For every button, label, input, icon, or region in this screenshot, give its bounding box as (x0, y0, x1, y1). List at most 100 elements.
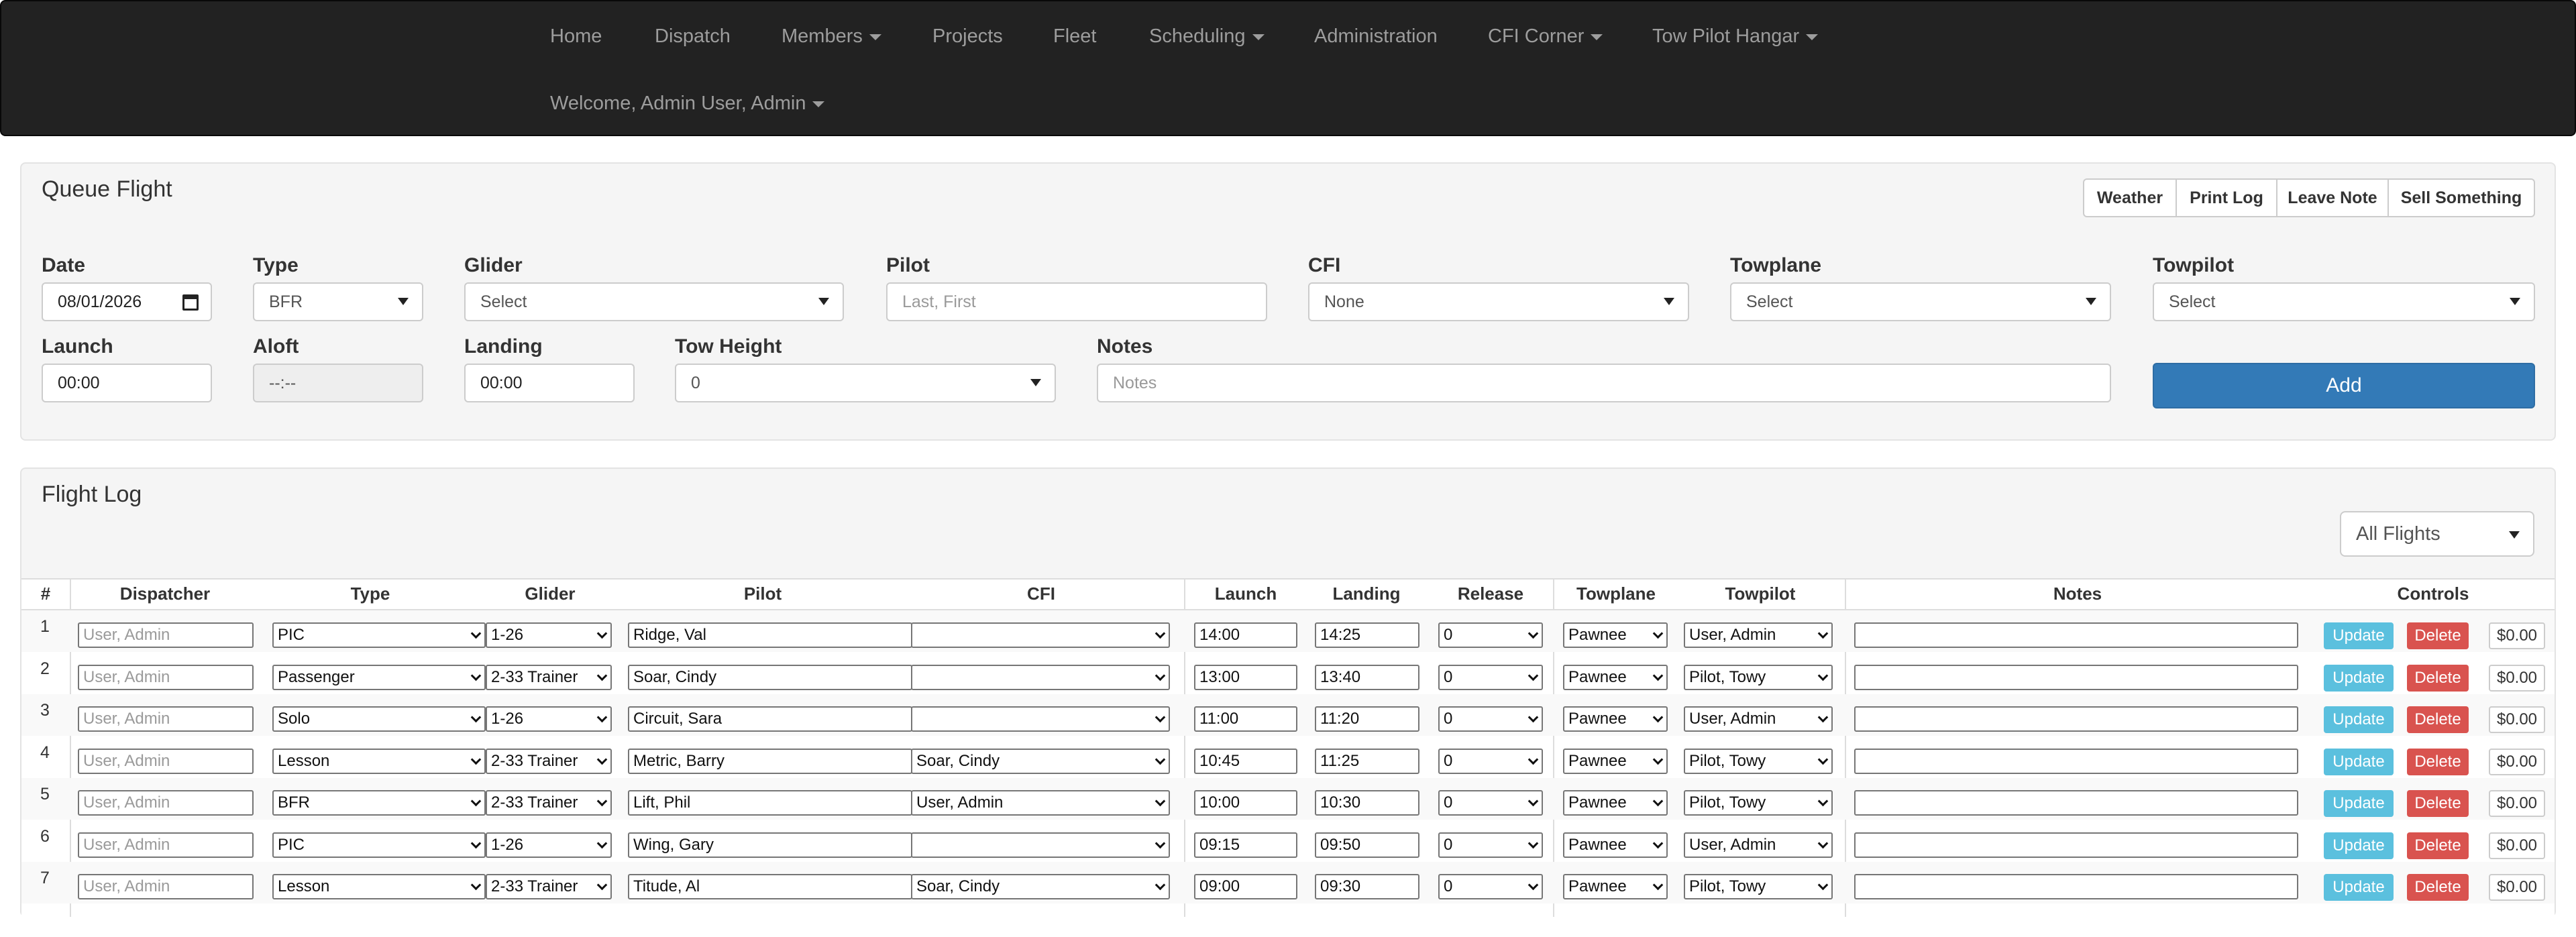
notes-input[interactable] (1854, 622, 2298, 648)
release-select[interactable]: 0 (1438, 748, 1543, 774)
delete-button[interactable]: Delete (2407, 790, 2469, 817)
price-button[interactable]: $0.00 (2489, 622, 2545, 649)
delete-button[interactable]: Delete (2407, 622, 2469, 649)
towpilot-select[interactable]: Select (2153, 282, 2535, 321)
glider-select[interactable]: 1-26 (486, 622, 612, 648)
landing-time-input[interactable]: 00:00 (464, 364, 635, 402)
pilot-input[interactable]: Soar, Cindy (628, 664, 912, 690)
glider-select[interactable]: Select (464, 282, 844, 321)
dispatcher-input[interactable]: User, Admin (78, 790, 254, 816)
leave-note-button[interactable]: Leave Note (2276, 178, 2389, 217)
glider-select[interactable]: 2-33 Trainer (486, 874, 612, 899)
towplane-select[interactable]: Pawnee (1563, 790, 1668, 816)
dispatcher-input[interactable]: User, Admin (78, 706, 254, 732)
pilot-input[interactable]: Titude, Al (628, 874, 912, 899)
update-button[interactable]: Update (2324, 790, 2394, 817)
nav-cfi-corner[interactable]: CFI Corner (1488, 1, 1603, 68)
dispatcher-input[interactable]: User, Admin (78, 622, 254, 648)
cfi-select[interactable] (911, 664, 1170, 690)
dispatcher-input[interactable]: User, Admin (78, 832, 254, 858)
launch-input[interactable]: 11:00 (1194, 706, 1297, 732)
glider-select[interactable]: 1-26 (486, 832, 612, 858)
towpilot-select[interactable]: Pilot, Towy (1684, 664, 1833, 690)
notes-input[interactable] (1854, 874, 2298, 899)
towplane-select[interactable]: Pawnee (1563, 664, 1668, 690)
launch-input[interactable]: 14:00 (1194, 622, 1297, 648)
towpilot-select[interactable]: User, Admin (1684, 706, 1833, 732)
dispatcher-input[interactable]: User, Admin (78, 874, 254, 899)
release-select[interactable]: 0 (1438, 874, 1543, 899)
update-button[interactable]: Update (2324, 622, 2394, 649)
landing-input[interactable]: 09:30 (1315, 874, 1419, 899)
nav-home[interactable]: Home (550, 1, 602, 68)
landing-input[interactable]: 13:40 (1315, 664, 1419, 690)
notes-input[interactable] (1854, 706, 2298, 732)
flight-filter-select[interactable]: All Flights (2340, 511, 2534, 557)
price-button[interactable]: $0.00 (2489, 706, 2545, 733)
pilot-input[interactable]: Circuit, Sara (628, 706, 912, 732)
launch-input[interactable]: 09:00 (1194, 874, 1297, 899)
tow-height-select[interactable]: 0 (675, 364, 1056, 402)
type-select[interactable]: Lesson (272, 874, 486, 899)
update-button[interactable]: Update (2324, 706, 2394, 733)
launch-time-input[interactable]: 00:00 (42, 364, 212, 402)
delete-button[interactable]: Delete (2407, 664, 2469, 692)
price-button[interactable]: $0.00 (2489, 664, 2545, 692)
release-select[interactable]: 0 (1438, 832, 1543, 858)
glider-select[interactable]: 2-33 Trainer (486, 790, 612, 816)
towpilot-select[interactable]: Pilot, Towy (1684, 748, 1833, 774)
pilot-input[interactable]: Lift, Phil (628, 790, 912, 816)
update-button[interactable]: Update (2324, 664, 2394, 692)
delete-button[interactable]: Delete (2407, 748, 2469, 775)
release-select[interactable]: 0 (1438, 664, 1543, 690)
notes-input[interactable] (1854, 790, 2298, 816)
update-button[interactable]: Update (2324, 874, 2394, 901)
price-button[interactable]: $0.00 (2489, 874, 2545, 901)
notes-input[interactable] (1854, 664, 2298, 690)
nav-dispatch[interactable]: Dispatch (655, 1, 731, 68)
towplane-select[interactable]: Pawnee (1563, 748, 1668, 774)
add-flight-button[interactable]: Add (2153, 363, 2535, 408)
pilot-input[interactable]: Wing, Gary (628, 832, 912, 858)
cfi-select[interactable] (911, 832, 1170, 858)
price-button[interactable]: $0.00 (2489, 790, 2545, 817)
launch-input[interactable]: 09:15 (1194, 832, 1297, 858)
nav-tow-pilot-hangar[interactable]: Tow Pilot Hangar (1652, 1, 1819, 68)
date-input[interactable]: 08/01/2026 (42, 282, 212, 321)
dispatcher-input[interactable]: User, Admin (78, 664, 254, 690)
nav-administration[interactable]: Administration (1314, 1, 1438, 68)
glider-select[interactable]: 1-26 (486, 706, 612, 732)
towplane-select[interactable]: Pawnee (1563, 832, 1668, 858)
cfi-select[interactable] (911, 622, 1170, 648)
type-select[interactable]: BFR (253, 282, 423, 321)
notes-input[interactable]: Notes (1097, 364, 2111, 402)
pilot-input[interactable]: Metric, Barry (628, 748, 912, 774)
nav-projects[interactable]: Projects (932, 1, 1003, 68)
notes-input[interactable] (1854, 748, 2298, 774)
launch-input[interactable]: 13:00 (1194, 664, 1297, 690)
cfi-select[interactable]: Soar, Cindy (911, 748, 1170, 774)
price-button[interactable]: $0.00 (2489, 748, 2545, 775)
delete-button[interactable]: Delete (2407, 832, 2469, 859)
landing-input[interactable]: 09:50 (1315, 832, 1419, 858)
glider-select[interactable]: 2-33 Trainer (486, 664, 612, 690)
launch-input[interactable]: 10:00 (1194, 790, 1297, 816)
release-select[interactable]: 0 (1438, 790, 1543, 816)
delete-button[interactable]: Delete (2407, 706, 2469, 733)
landing-input[interactable]: 10:30 (1315, 790, 1419, 816)
nav-fleet[interactable]: Fleet (1053, 1, 1096, 68)
nav-members[interactable]: Members (782, 1, 881, 68)
nav-scheduling[interactable]: Scheduling (1149, 1, 1265, 68)
type-select[interactable]: PIC (272, 622, 486, 648)
print-log-button[interactable]: Print Log (2176, 178, 2277, 217)
weather-button[interactable]: Weather (2083, 178, 2177, 217)
cfi-select[interactable] (911, 706, 1170, 732)
landing-input[interactable]: 11:25 (1315, 748, 1419, 774)
cfi-select[interactable]: User, Admin (911, 790, 1170, 816)
towpilot-select[interactable]: Pilot, Towy (1684, 874, 1833, 899)
type-select[interactable]: Solo (272, 706, 486, 732)
release-select[interactable]: 0 (1438, 706, 1543, 732)
dispatcher-input[interactable]: User, Admin (78, 748, 254, 774)
calendar-icon[interactable] (182, 294, 199, 311)
update-button[interactable]: Update (2324, 748, 2394, 775)
